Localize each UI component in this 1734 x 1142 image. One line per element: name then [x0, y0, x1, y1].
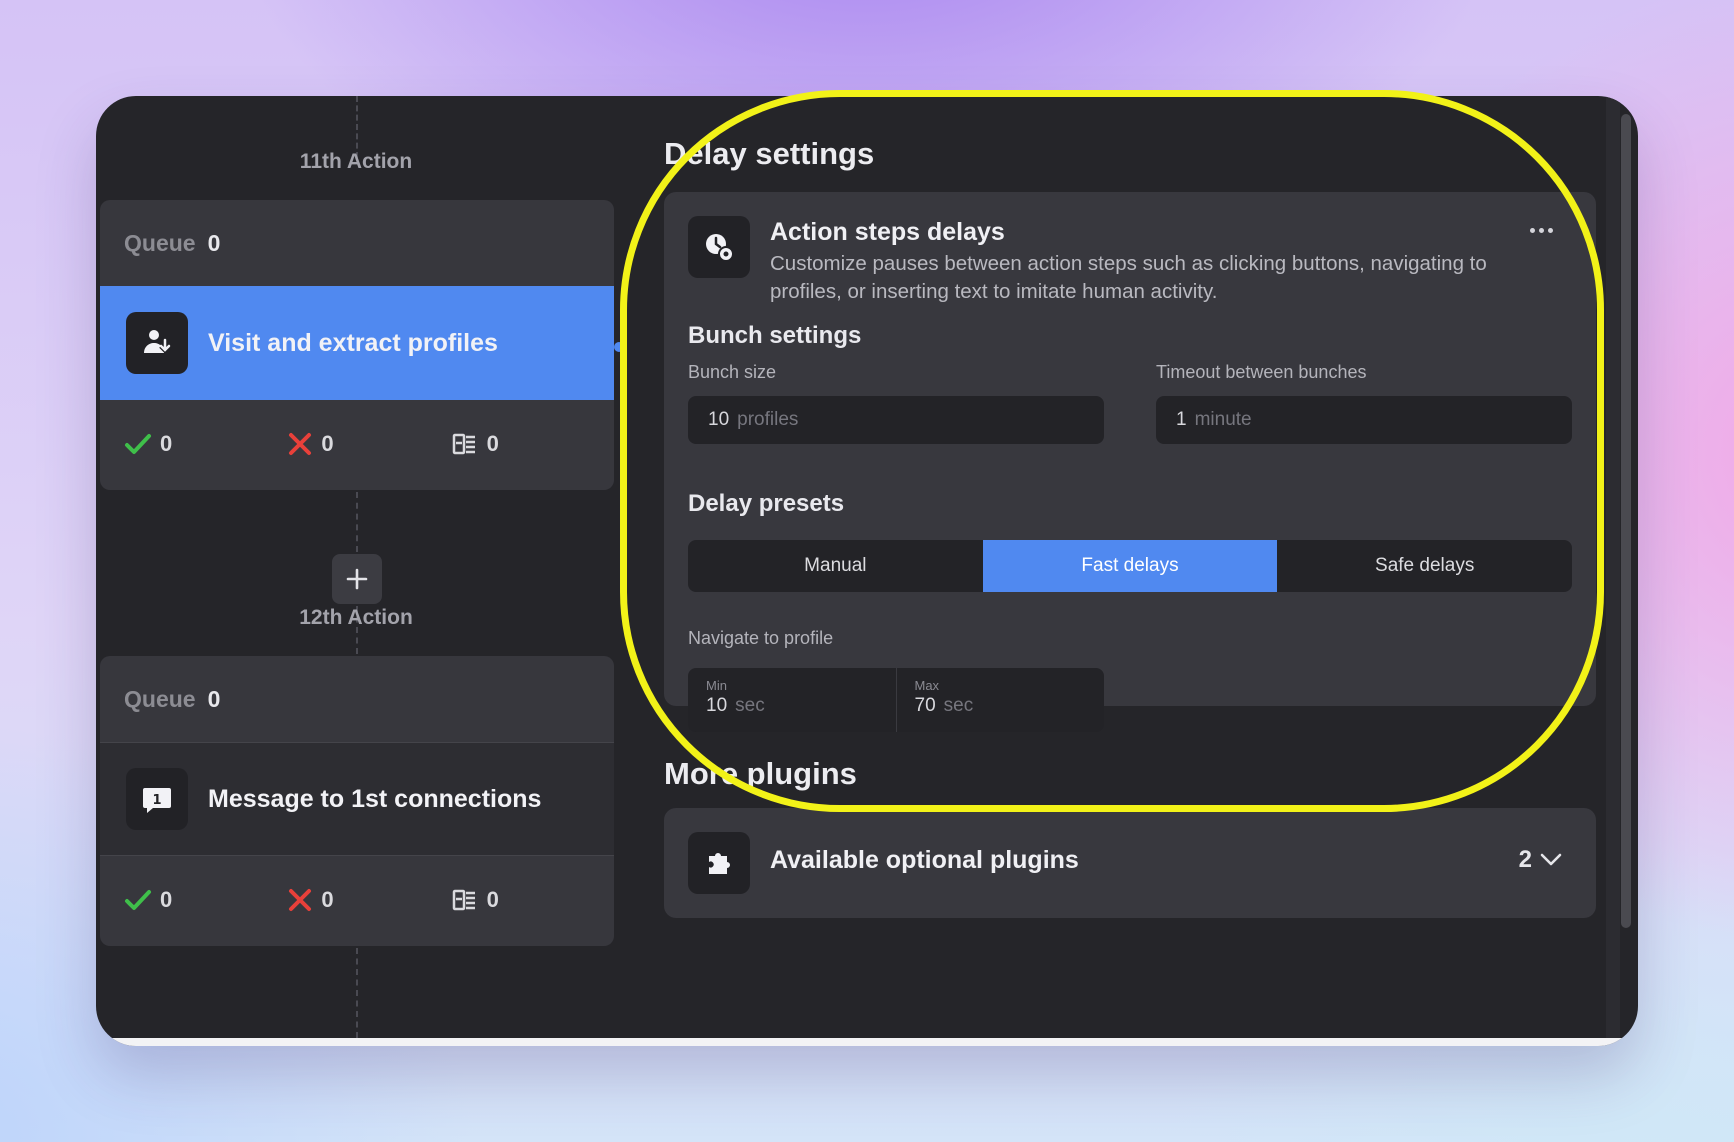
action-card-11: Queue 0 Visit and extract profiles 0 0 0 — [100, 200, 614, 490]
preset-manual[interactable]: Manual — [688, 540, 983, 592]
delay-presets-segmented-control: Manual Fast delays Safe delays — [688, 540, 1572, 592]
min-label: Min — [706, 678, 727, 693]
queue-row: Queue 0 — [100, 200, 614, 286]
checkmark-icon — [125, 434, 151, 454]
queue-label: Queue — [124, 685, 196, 712]
add-action-button[interactable] — [332, 554, 382, 604]
navigate-range: Min 10 sec Max 70 sec — [688, 668, 1104, 732]
success-stat: 0 — [124, 431, 287, 457]
cross-icon — [289, 889, 312, 911]
message-user-icon: 1 — [126, 768, 188, 830]
delay-presets-title: Delay presets — [688, 490, 845, 517]
action-label-12: 12th Action — [299, 606, 413, 629]
timeout-label: Timeout between bunches — [1156, 362, 1367, 382]
app-window: 11th Action Queue 0 Visit and extract pr… — [96, 96, 1638, 1046]
min-value: 10 — [706, 695, 728, 716]
plugins-expand-toggle[interactable]: 2 — [1519, 846, 1562, 874]
success-count: 0 — [160, 431, 173, 456]
min-unit: sec — [735, 695, 765, 716]
max-value: 70 — [914, 695, 936, 716]
action-stats: 0 0 0 — [100, 400, 614, 488]
list-skip-icon — [452, 889, 475, 911]
max-delay-input[interactable]: Max 70 sec — [895, 668, 1105, 732]
plus-icon — [346, 568, 368, 590]
skipped-count: 0 — [486, 431, 499, 456]
flow-connector — [356, 948, 358, 1038]
failed-count: 0 — [321, 431, 334, 456]
delay-settings-title: Delay settings — [664, 136, 875, 171]
scrollbar-thumb[interactable] — [1621, 114, 1631, 928]
panel-title: Action steps delays — [770, 218, 1005, 246]
action-title: Visit and extract profiles — [208, 328, 498, 357]
action-message-1st-connections[interactable]: 1 Message to 1st connections — [100, 742, 614, 856]
failed-stat: 0 — [287, 887, 450, 913]
bunch-size-value: 10 — [708, 409, 730, 430]
panel-description: Customize pauses between action steps su… — [770, 252, 1487, 303]
preset-safe-delays[interactable]: Safe delays — [1277, 540, 1572, 592]
min-delay-input[interactable]: Min 10 sec — [688, 668, 896, 732]
queue-count: 0 — [207, 685, 221, 712]
max-unit: sec — [943, 695, 974, 716]
plugins-count: 2 — [1518, 846, 1532, 873]
failed-count: 0 — [321, 887, 334, 912]
bunch-settings-title: Bunch settings — [688, 322, 862, 349]
action-title: Message to 1st connections — [208, 784, 542, 813]
action-visit-extract-profiles[interactable]: Visit and extract profiles — [100, 286, 614, 400]
bunch-size-label: Bunch size — [688, 362, 777, 382]
bottom-edge — [96, 1038, 1638, 1046]
queue-row: Queue 0 — [100, 656, 614, 742]
flow-connector — [356, 492, 358, 552]
more-plugins-title: More plugins — [664, 756, 857, 791]
preset-fast-delays[interactable]: Fast delays — [982, 540, 1278, 592]
bunch-size-unit: profiles — [737, 409, 799, 430]
checkmark-icon — [125, 890, 151, 910]
queue-label: Queue — [124, 229, 196, 256]
clock-gear-icon — [688, 216, 750, 278]
cross-icon — [289, 433, 312, 455]
queue-count: 0 — [207, 229, 221, 256]
action-steps-delays-panel: Action steps delays Customize pauses bet… — [664, 192, 1596, 732]
list-skip-icon — [452, 433, 475, 455]
action-card-12: Queue 0 1 Message to 1st connections 0 0 — [100, 656, 614, 946]
action-stats: 0 0 0 — [100, 856, 614, 944]
puzzle-icon — [688, 832, 750, 894]
connector-handle[interactable] — [614, 342, 624, 352]
timeout-value: 1 — [1176, 409, 1187, 430]
flow-connector — [356, 96, 358, 158]
max-label: Max — [914, 678, 940, 693]
svg-text:1: 1 — [152, 793, 161, 808]
user-download-icon — [126, 312, 188, 374]
available-plugins-panel[interactable]: Available optional plugins 2 — [664, 808, 1596, 918]
timeout-input[interactable]: 1 minute — [1156, 396, 1572, 444]
chevron-down-icon — [1540, 853, 1562, 866]
failed-stat: 0 — [287, 431, 450, 457]
timeout-unit: minute — [1194, 409, 1252, 430]
skipped-stat: 0 — [451, 431, 614, 457]
plugins-title: Available optional plugins — [770, 846, 1079, 874]
bunch-size-input[interactable]: 10 profiles — [688, 396, 1104, 444]
more-options-icon[interactable] — [1530, 228, 1553, 233]
success-count: 0 — [160, 887, 173, 912]
success-stat: 0 — [124, 887, 287, 913]
navigate-to-profile-label: Navigate to profile — [688, 628, 834, 648]
skipped-stat: 0 — [451, 887, 614, 913]
skipped-count: 0 — [486, 887, 499, 912]
scrollbar-track[interactable] — [1606, 96, 1620, 1038]
action-label-11: 11th Action — [299, 150, 413, 173]
